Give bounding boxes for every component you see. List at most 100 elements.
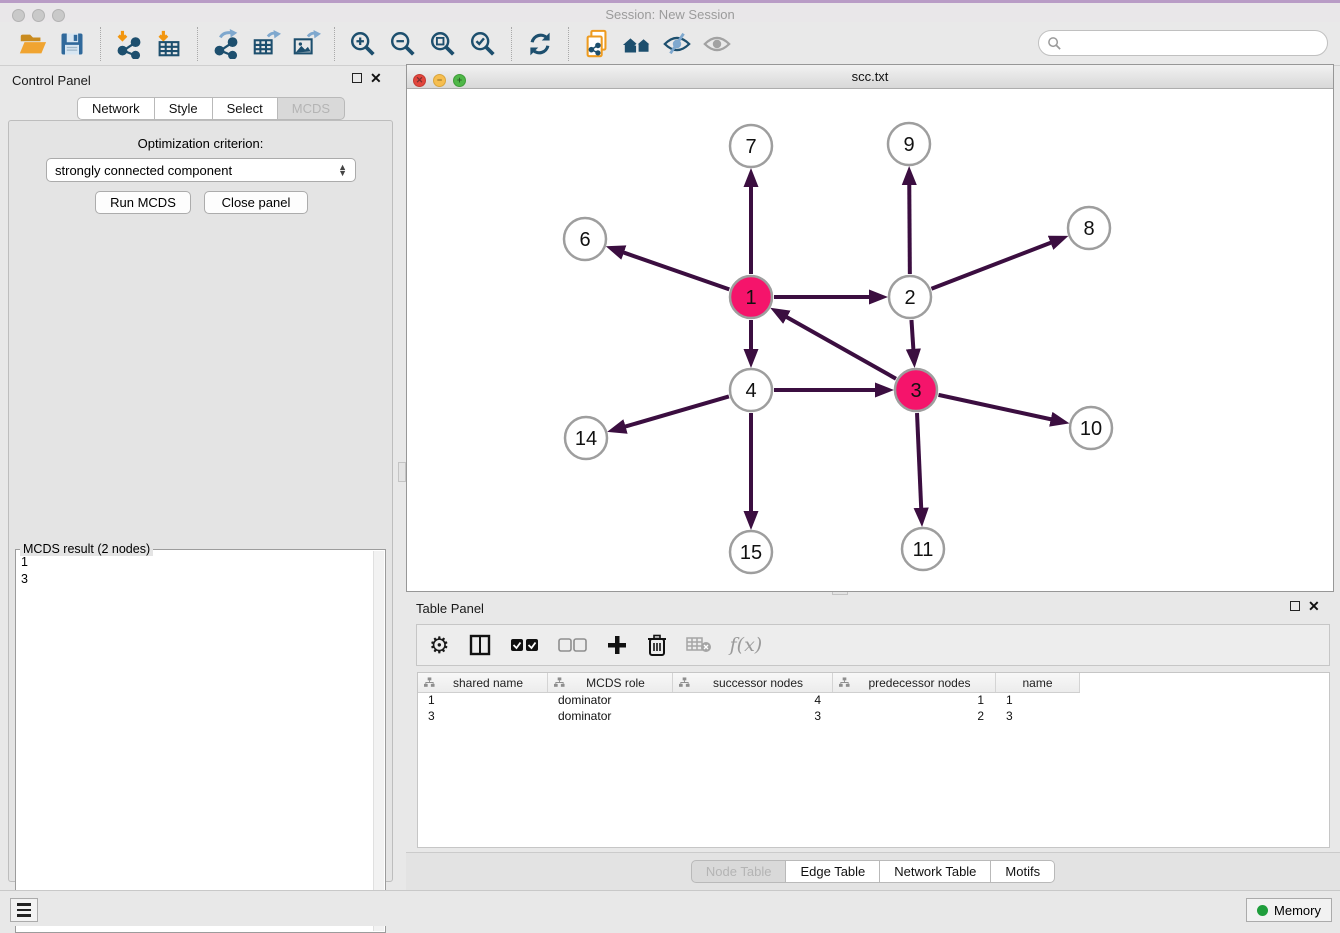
run-mcds-button[interactable]: Run MCDS (95, 191, 191, 214)
toolbar-separator (568, 27, 569, 61)
cell-shared-name[interactable]: 1 (418, 693, 548, 709)
tab-node-table[interactable]: Node Table (691, 860, 787, 883)
criterion-dropdown[interactable]: strongly connected component ▲▼ (46, 158, 356, 182)
cell-predecessor-nodes[interactable]: 2 (833, 709, 996, 725)
graph-node-label-11: 11 (913, 539, 934, 561)
column-header-predecessor-nodes[interactable]: predecessor nodes (833, 673, 996, 692)
column-view-icon[interactable] (468, 630, 492, 660)
graph-node-label-9: 9 (903, 134, 914, 156)
mcds-result-text[interactable]: 13 (17, 552, 373, 931)
first-neighbors-icon[interactable] (620, 27, 654, 61)
cell-successor-nodes[interactable]: 4 (673, 693, 833, 709)
graph-edge-3-11[interactable] (917, 413, 921, 509)
table-panel-footer: Node Table Edge Table Network Table Moti… (406, 852, 1340, 890)
graph-edge-2-9[interactable] (909, 184, 910, 274)
cell-name[interactable]: 1 (996, 693, 1080, 709)
cell-shared-name[interactable]: 3 (418, 709, 548, 725)
node-table[interactable]: shared name MCDS role successor nodes pr… (417, 672, 1330, 848)
cell-mcds-role[interactable]: dominator (548, 709, 673, 725)
search-input[interactable] (1062, 33, 1327, 53)
cell-successor-nodes[interactable]: 3 (673, 709, 833, 725)
toolbar-separator (100, 27, 101, 61)
status-bar: Memory (0, 890, 1340, 926)
column-header-name[interactable]: name (996, 673, 1080, 692)
status-menu-button[interactable] (10, 898, 38, 922)
graph-node-label-10: 10 (1080, 418, 1102, 440)
graph-node-label-7: 7 (745, 136, 756, 158)
graph-node-label-6: 6 (579, 229, 590, 251)
memory-status-icon (1257, 905, 1268, 916)
delete-column-icon[interactable] (646, 630, 668, 660)
deselect-all-icon[interactable] (558, 630, 588, 660)
close-panel-button[interactable]: Close panel (204, 191, 308, 214)
zoom-fit-icon[interactable] (426, 27, 460, 61)
add-column-icon[interactable] (606, 630, 628, 660)
tab-edge-table[interactable]: Edge Table (786, 860, 880, 883)
open-session-icon[interactable] (15, 27, 49, 61)
graph-node-label-14: 14 (575, 428, 597, 450)
table-row[interactable]: 3 dominator 3 2 3 (418, 709, 1080, 725)
network-window-titlebar[interactable]: ✕−+ scc.txt (407, 65, 1333, 89)
import-table-icon[interactable] (152, 27, 186, 61)
graph-edge-1-6[interactable] (623, 252, 730, 289)
column-header-mcds-role[interactable]: MCDS role (548, 673, 673, 692)
tab-style[interactable]: Style (155, 97, 213, 120)
toolbar-search-box[interactable] (1038, 30, 1328, 56)
graph-edge-3-1[interactable] (786, 317, 896, 379)
graph-edge-4-14[interactable] (624, 396, 729, 426)
zoom-out-icon[interactable] (386, 27, 420, 61)
tab-network[interactable]: Network (77, 97, 155, 120)
vertical-splitter-handle[interactable] (398, 462, 406, 482)
hide-selected-icon[interactable] (660, 27, 694, 61)
graph-node-label-3: 3 (910, 380, 921, 402)
save-session-icon[interactable] (55, 27, 89, 61)
delete-table-icon[interactable] (686, 630, 712, 660)
tab-select[interactable]: Select (213, 97, 278, 120)
result-scrollbar[interactable] (373, 551, 384, 931)
export-image-icon[interactable] (289, 27, 323, 61)
column-header-successor-nodes[interactable]: successor nodes (673, 673, 833, 692)
zoom-selected-icon[interactable] (466, 27, 500, 61)
table-row[interactable]: 1 dominator 4 1 1 (418, 693, 1080, 709)
column-type-icon (554, 677, 565, 688)
function-builder-icon[interactable]: f(x) (730, 630, 763, 660)
graph-edge-2-8[interactable] (931, 242, 1051, 288)
cell-mcds-role[interactable]: dominator (548, 693, 673, 709)
mcds-panel-body: Optimization criterion: strongly connect… (8, 120, 393, 882)
cell-name[interactable]: 3 (996, 709, 1080, 725)
refresh-icon[interactable] (523, 27, 557, 61)
control-panel-tabs: Network Style Select MCDS (77, 97, 345, 120)
float-panel-icon[interactable] (1290, 601, 1300, 611)
close-panel-icon[interactable]: ✕ (370, 73, 382, 83)
show-all-icon[interactable] (700, 27, 734, 61)
toolbar-separator (334, 27, 335, 61)
tab-network-table[interactable]: Network Table (880, 860, 991, 883)
tab-mcds[interactable]: MCDS (278, 97, 345, 120)
graph-edge-3-10[interactable] (938, 395, 1051, 420)
graph-node-label-8: 8 (1083, 218, 1094, 240)
dropdown-chevrons-icon: ▲▼ (338, 164, 347, 176)
optimization-criterion-label: Optimization criterion: (9, 136, 392, 151)
app-window-title: Session: New Session (0, 7, 1340, 22)
network-graph-canvas[interactable]: 7968124314101511 (407, 89, 1333, 591)
float-panel-icon[interactable] (352, 73, 362, 83)
close-panel-icon[interactable]: ✕ (1308, 601, 1320, 611)
zoom-in-icon[interactable] (346, 27, 380, 61)
toolbar-separator (511, 27, 512, 61)
export-network-icon[interactable] (209, 27, 243, 61)
table-settings-gear-icon[interactable]: ⚙ (429, 630, 450, 660)
export-table-icon[interactable] (249, 27, 283, 61)
network-window-title: scc.txt (407, 69, 1333, 84)
tab-motifs[interactable]: Motifs (991, 860, 1055, 883)
table-panel-title: Table Panel (416, 601, 484, 616)
clone-network-icon[interactable] (580, 27, 614, 61)
select-all-icon[interactable] (510, 630, 540, 660)
graph-edge-2-3[interactable] (911, 320, 913, 350)
column-header-shared-name[interactable]: shared name (418, 673, 548, 692)
toolbar-separator (197, 27, 198, 61)
import-network-icon[interactable] (112, 27, 146, 61)
memory-button[interactable]: Memory (1246, 898, 1332, 922)
graph-node-label-1: 1 (745, 287, 756, 309)
main-toolbar (0, 22, 1340, 66)
cell-predecessor-nodes[interactable]: 1 (833, 693, 996, 709)
